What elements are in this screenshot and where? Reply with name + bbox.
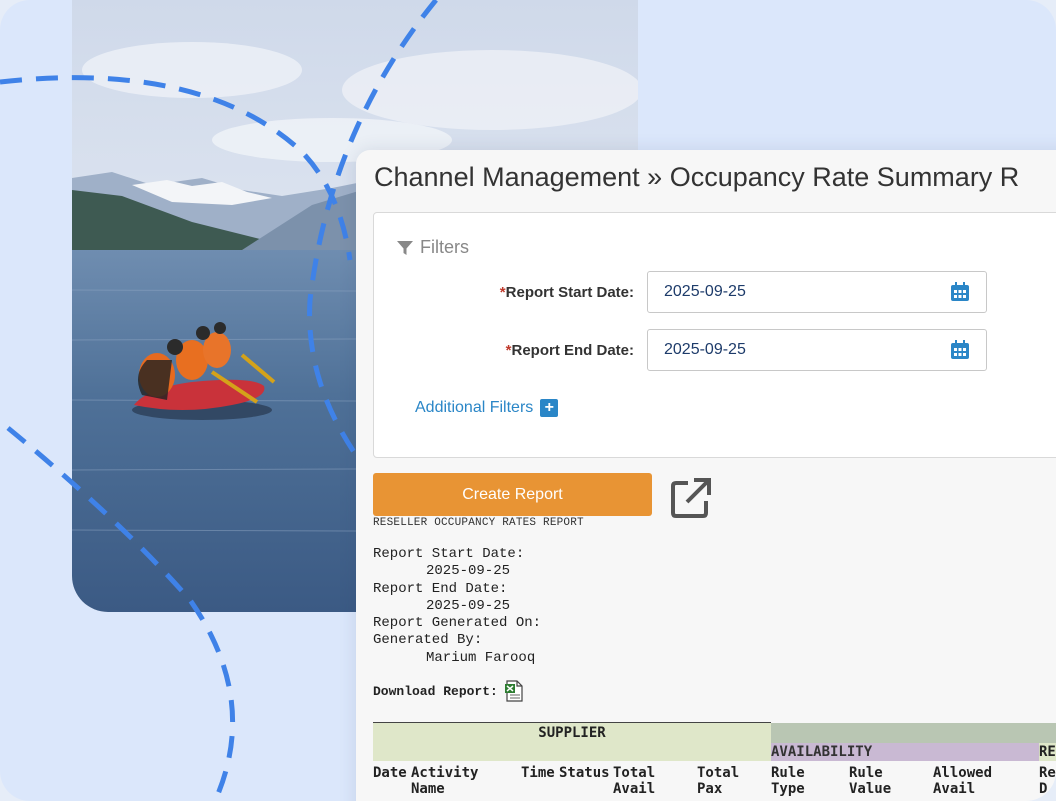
col-total-avail[interactable]: Total Avail	[613, 760, 697, 797]
col-total-pax[interactable]: Total Pax	[697, 760, 771, 797]
calendar-icon[interactable]	[950, 340, 970, 360]
additional-filters-link[interactable]: Additional Filters +	[415, 399, 559, 417]
meta-generated-by-value: Marium Farooq	[426, 649, 536, 666]
external-link-icon[interactable]	[670, 477, 712, 519]
report-panel: Channel Management » Occupancy Rate Summ…	[356, 150, 1056, 801]
filters-heading[interactable]: Filters	[396, 237, 469, 258]
end-date-input[interactable]: 2025-09-25	[647, 329, 987, 371]
end-date-label-text: Report End Date:	[511, 342, 634, 359]
table-group-row: SUPPLIER	[373, 722, 1056, 743]
meta-start-value: 2025-09-25	[426, 563, 511, 580]
start-date-input[interactable]: 2025-09-25	[647, 271, 987, 313]
plus-icon[interactable]: +	[540, 399, 559, 417]
col-rule-type[interactable]: Rule Type	[771, 760, 849, 797]
meta-start-label: Report Start Date:	[373, 546, 525, 562]
start-date-value: 2025-09-25	[664, 283, 746, 300]
download-report: Download Report:	[373, 680, 524, 702]
meta-generated-on-label: Report Generated On:	[373, 615, 542, 632]
col-allowed-avail[interactable]: Allowed Avail	[933, 760, 1039, 797]
group-re: RE	[1039, 742, 1056, 761]
report-table: SUPPLIER AVAILABILITY RE Date Activity Na…	[373, 722, 1056, 797]
end-date-value: 2025-09-25	[664, 341, 746, 358]
group-supplier: SUPPLIER	[373, 722, 771, 743]
meta-end-label: Report End Date:	[373, 580, 508, 597]
end-date-label: *Report End Date:	[374, 342, 634, 359]
col-status[interactable]: Status	[559, 760, 613, 797]
create-report-button[interactable]: Create Report	[373, 473, 652, 516]
meta-end-value: 2025-09-25	[426, 597, 511, 614]
report-caption: RESELLER OCCUPANCY RATES REPORT	[373, 517, 584, 529]
table-column-headers: Date Activity Name Time Status Total Avail…	[373, 760, 1056, 797]
col-rule-value[interactable]: Rule Value	[849, 760, 933, 797]
col-date[interactable]: Date	[373, 760, 411, 797]
report-meta: Report Start Date: 2025-09-25 Report End…	[373, 546, 541, 667]
spreadsheet-icon[interactable]	[504, 680, 524, 702]
download-report-label: Download Report:	[373, 683, 498, 699]
group-availability-top	[771, 722, 1056, 743]
filters-heading-label: Filters	[420, 237, 469, 257]
table-subgroup-row: AVAILABILITY RE	[373, 742, 1056, 761]
calendar-icon[interactable]	[950, 282, 970, 302]
page-title: Channel Management » Occupancy Rate Summ…	[374, 162, 1020, 192]
screenshot-frame: Channel Management » Occupancy Rate Summ…	[0, 0, 1056, 801]
start-date-label: *Report Start Date:	[374, 284, 634, 301]
meta-generated-by-label: Generated By:	[373, 632, 483, 649]
filters-box: Filters *Report Start Date: 2025-09-25 *…	[373, 212, 1056, 458]
filter-icon	[397, 240, 413, 255]
col-time[interactable]: Time	[521, 760, 559, 797]
subgroup-supplier	[373, 742, 771, 761]
start-date-label-text: Report Start Date:	[505, 284, 634, 301]
col-re[interactable]: Re D	[1039, 760, 1056, 797]
additional-filters-label: Additional Filters	[415, 399, 534, 416]
group-availability: AVAILABILITY	[771, 742, 1039, 761]
col-activity-name[interactable]: Activity Name	[411, 760, 521, 797]
